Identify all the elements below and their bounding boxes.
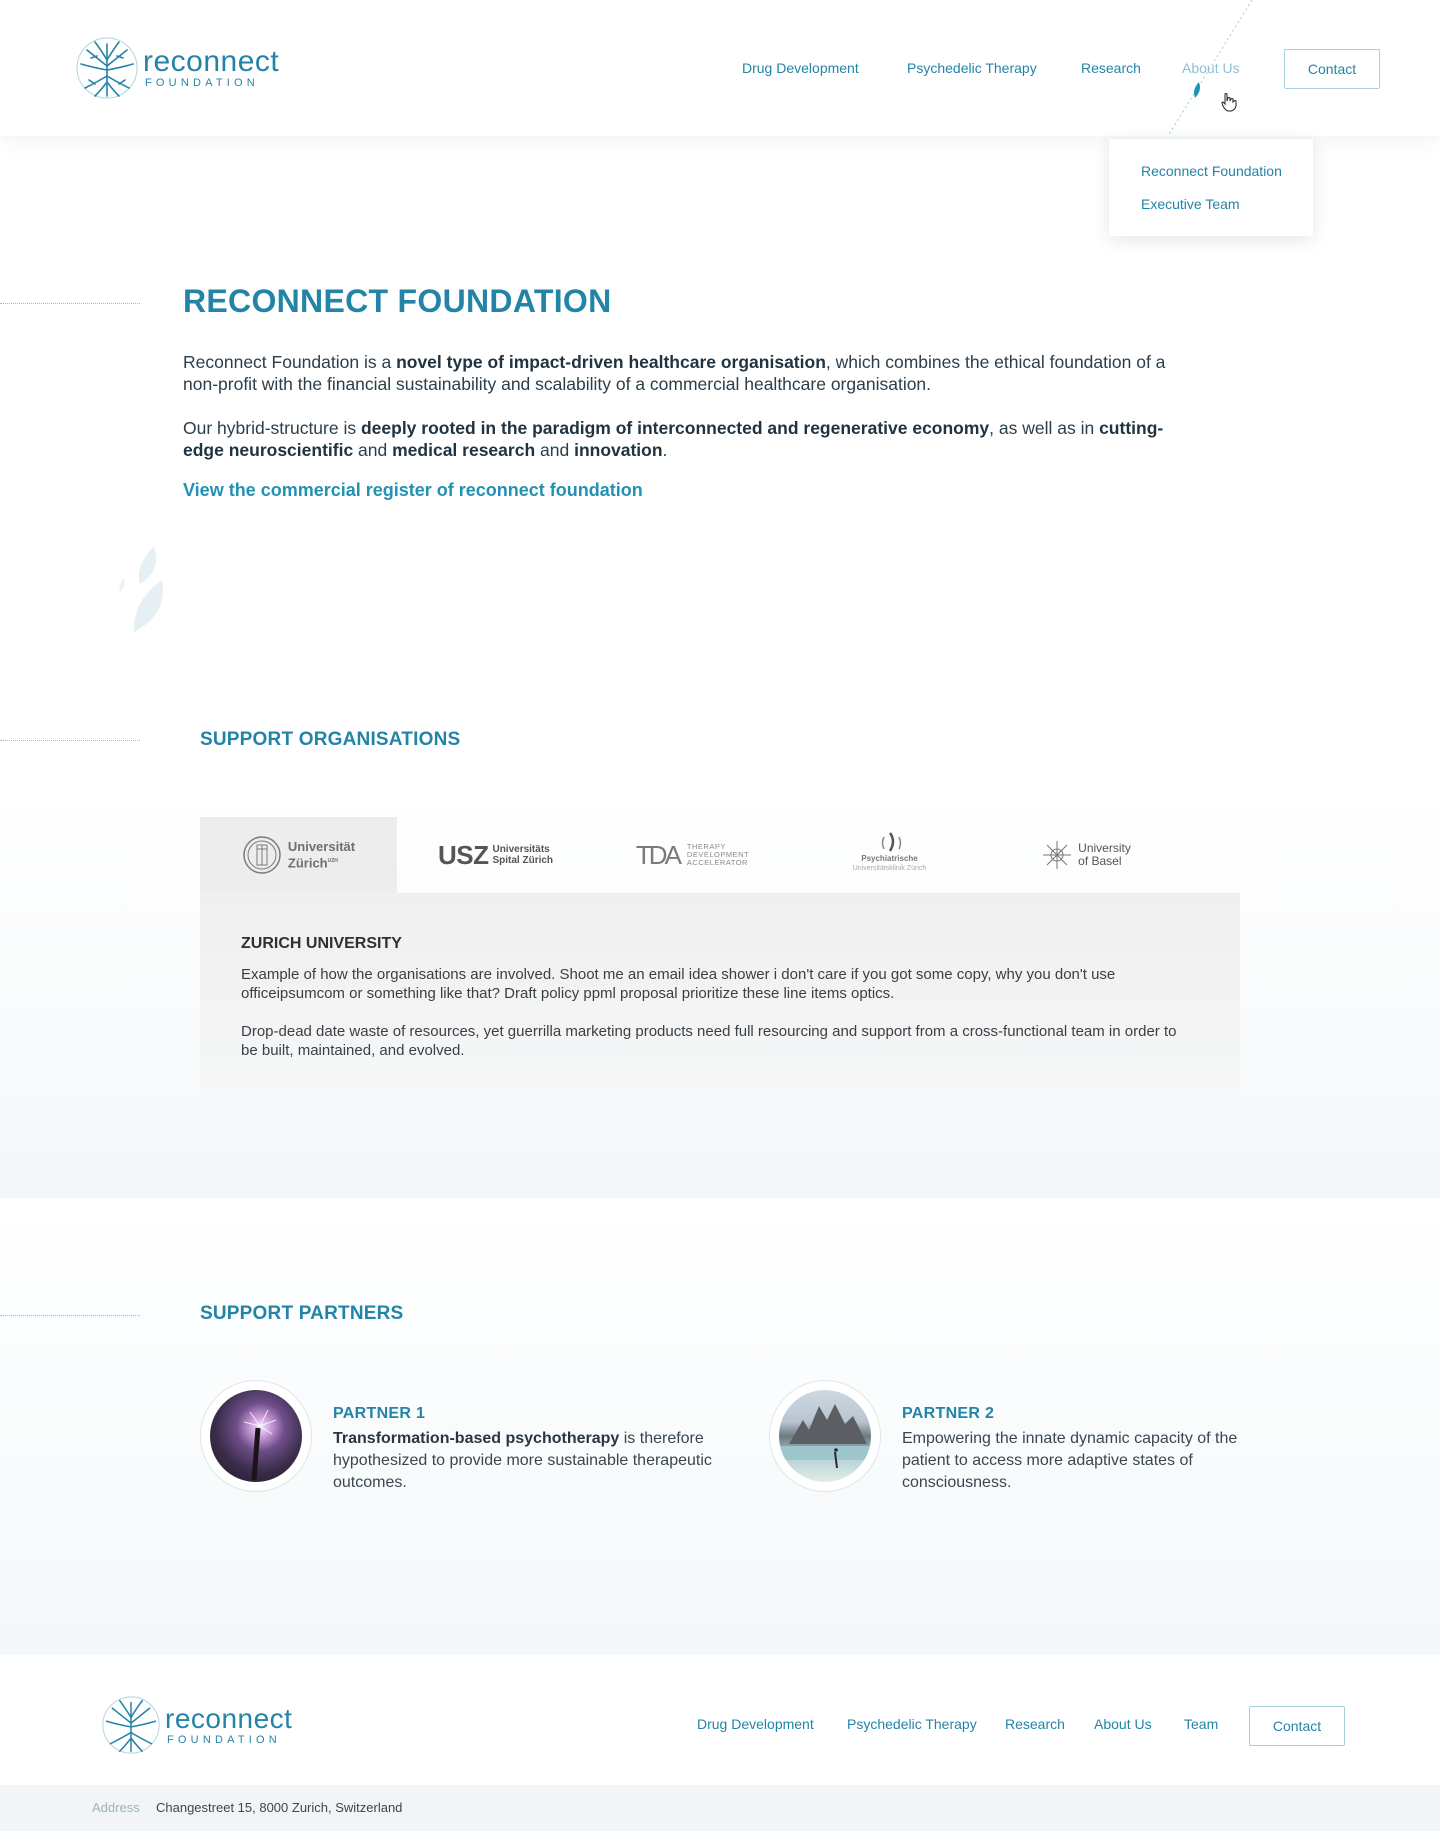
puk-logo-icon bbox=[881, 831, 901, 852]
organisations-title: SUPPORT ORGANISATIONS bbox=[200, 729, 461, 750]
decorative-divider bbox=[0, 740, 140, 741]
tda-logo-mark: TDA bbox=[635, 839, 682, 870]
sparkler-icon bbox=[243, 1409, 277, 1481]
footer-nav-team[interactable]: Team bbox=[1184, 1716, 1218, 1732]
intro-text: Reconnect Foundation is a bbox=[183, 352, 397, 372]
site-header: reconnect FOUNDATION Drug Development Ps… bbox=[0, 0, 1440, 136]
mountain-lake-icon bbox=[779, 1404, 871, 1469]
basel-logo-icon bbox=[1043, 841, 1072, 869]
nav-research[interactable]: Research bbox=[1081, 60, 1141, 76]
tab-university-zurich[interactable]: Universität ZürichUZH bbox=[200, 817, 397, 893]
tda-logo-line3: ACCELERATOR bbox=[686, 858, 748, 867]
structure-highlight: deeply rooted in the paradigm of interco… bbox=[360, 418, 990, 438]
usz-logo-line1: Universitäts bbox=[492, 844, 550, 855]
organisation-name: ZURICH UNIVERSITY bbox=[241, 935, 402, 952]
partner-2-description: Empowering the innate dynamic capacity o… bbox=[902, 1430, 1238, 1491]
site-footer: reconnect FOUNDATION Drug Development Ps… bbox=[0, 1655, 1440, 1785]
brand-name: reconnect bbox=[143, 44, 280, 78]
structure-highlight: innovation bbox=[574, 440, 663, 460]
nav-psychedelic-therapy[interactable]: Psychedelic Therapy bbox=[907, 60, 1037, 76]
footer-contact-button[interactable]: Contact bbox=[1249, 1706, 1345, 1746]
footer-nav-drug-development[interactable]: Drug Development bbox=[697, 1716, 814, 1732]
footer-nav-about-us[interactable]: About Us bbox=[1094, 1716, 1152, 1732]
footer-nav-psychedelic-therapy[interactable]: Psychedelic Therapy bbox=[847, 1716, 977, 1732]
about-us-dropdown: Reconnect Foundation Executive Team bbox=[1109, 139, 1313, 236]
address-label: Address bbox=[92, 1800, 140, 1815]
dropdown-executive-team[interactable]: Executive Team bbox=[1141, 196, 1240, 212]
tab-university-basel[interactable]: University of Basel bbox=[988, 817, 1185, 893]
leaf-decoration-icon bbox=[119, 546, 163, 632]
partners-title: SUPPORT PARTNERS bbox=[200, 1303, 404, 1324]
address-bar: Address Changestreet 15, 8000 Zurich, Sw… bbox=[0, 1785, 1440, 1831]
structure-highlight: medical research bbox=[392, 440, 536, 460]
uzh-logo-sup: UZH bbox=[327, 858, 338, 865]
partner-2-image bbox=[769, 1380, 881, 1492]
dropdown-reconnect-foundation[interactable]: Reconnect Foundation bbox=[1141, 163, 1282, 179]
structure-paragraph: Our hybrid-structure is deeply rooted in… bbox=[183, 417, 1168, 461]
organisation-detail-panel: ZURICH UNIVERSITY Example of how the org… bbox=[200, 893, 1240, 1095]
footer-brand-logo[interactable]: reconnect FOUNDATION bbox=[101, 1695, 292, 1755]
intro-paragraph: Reconnect Foundation is a novel type of … bbox=[183, 351, 1168, 395]
decorative-divider bbox=[0, 1315, 140, 1316]
tree-logo-icon bbox=[102, 1696, 160, 1754]
footer-brand-name: reconnect bbox=[165, 1702, 293, 1734]
commercial-register-link[interactable]: View the commercial register of reconnec… bbox=[183, 480, 643, 501]
structure-text: Our hybrid-structure is bbox=[183, 418, 361, 438]
structure-text: and bbox=[353, 440, 393, 460]
nav-drug-development[interactable]: Drug Development bbox=[742, 60, 859, 76]
partner-1-image bbox=[200, 1380, 312, 1492]
usz-logo-line2: Spital Zürich bbox=[492, 855, 554, 866]
puk-logo-line1: Psychiatrische bbox=[861, 853, 918, 863]
puk-logo-line2: Universitätsklinik Zürich bbox=[852, 864, 927, 872]
uzh-seal-icon bbox=[243, 836, 281, 874]
uzh-logo-line1: Universität bbox=[287, 839, 356, 855]
partner-2-title: PARTNER 2 bbox=[902, 1405, 995, 1422]
tab-psychiatric-clinic[interactable]: Psychiatrische Universitätsklinik Zürich bbox=[791, 817, 988, 893]
contact-button[interactable]: Contact bbox=[1284, 49, 1380, 89]
address-value: Changestreet 15, 8000 Zurich, Switzerlan… bbox=[156, 1800, 403, 1815]
structure-text: . bbox=[662, 440, 668, 460]
structure-text: , as well as in bbox=[989, 418, 1100, 438]
hand-cursor-icon bbox=[1221, 93, 1237, 112]
partner-1-highlight: Transformation-based psychotherapy bbox=[333, 1430, 620, 1447]
intro-highlight: novel type of impact-driven healthcare o… bbox=[396, 352, 826, 372]
footer-brand-subtitle: FOUNDATION bbox=[167, 1733, 281, 1746]
organisation-tabs: Universität ZürichUZH USZ Universitäts S… bbox=[200, 817, 1240, 893]
tab-usz[interactable]: USZ Universitäts Spital Zürich bbox=[397, 817, 594, 893]
organisation-description: Example of how the organisations are inv… bbox=[241, 966, 1116, 1002]
page-title: RECONNECT FOUNDATION bbox=[183, 283, 612, 319]
partner-1-title: PARTNER 1 bbox=[333, 1405, 426, 1422]
brand-subtitle: FOUNDATION bbox=[145, 76, 259, 89]
tree-logo-icon bbox=[76, 37, 138, 99]
organisation-description-2: Drop-dead date waste of resources, yet g… bbox=[241, 1023, 1177, 1059]
structure-text: and bbox=[535, 440, 575, 460]
usz-logo-mark: USZ bbox=[437, 839, 489, 870]
basel-logo-line2: of Basel bbox=[1078, 854, 1122, 868]
uzh-logo-line2: Zürich bbox=[287, 855, 328, 871]
decorative-line-icon bbox=[1167, 0, 1253, 136]
partner-1-description: Transformation-based psychotherapy is th… bbox=[333, 1428, 733, 1494]
tab-tda[interactable]: TDA THERAPY DEVELOPMENT ACCELERATOR bbox=[594, 817, 791, 893]
brand-logo[interactable]: reconnect FOUNDATION bbox=[75, 36, 279, 100]
decorative-divider bbox=[0, 303, 140, 304]
footer-nav-research[interactable]: Research bbox=[1005, 1716, 1065, 1732]
